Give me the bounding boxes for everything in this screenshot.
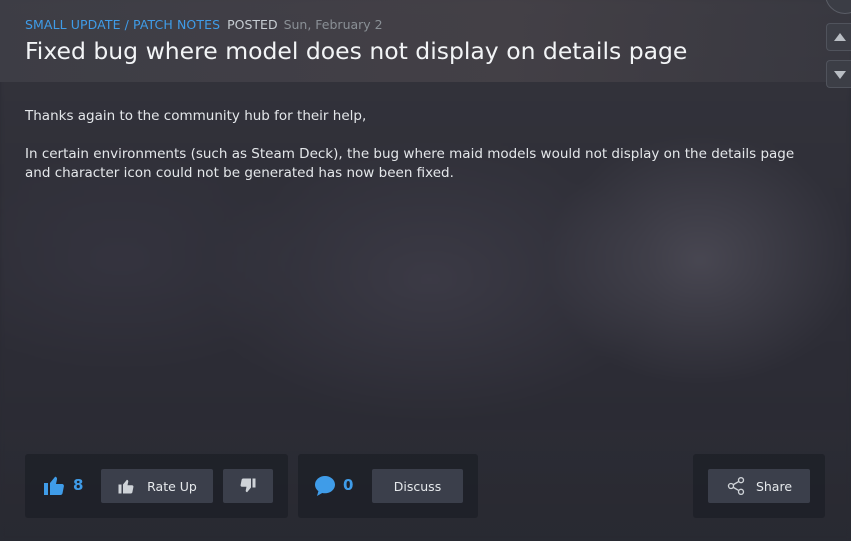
discuss-label: Discuss (393, 478, 442, 494)
share-button[interactable]: Share (708, 469, 810, 503)
share-icon (727, 477, 745, 495)
thumbs-up-icon (118, 479, 134, 494)
scroll-up-button[interactable] (826, 23, 851, 51)
post-meta: SMALL UPDATE / PATCH NOTES POSTED Sun, F… (25, 17, 383, 32)
post-paragraph: In certain environments (such as Steam D… (25, 146, 795, 181)
rate-up-button[interactable]: Rate Up (101, 469, 213, 503)
triangle-down-icon (834, 71, 846, 79)
comment-bubble-icon (315, 476, 335, 496)
rate-down-button[interactable] (223, 469, 273, 503)
post-paragraph: Thanks again to the community hub for th… (25, 108, 367, 124)
rating-panel: 8 Rate Up (25, 454, 288, 518)
discuss-button[interactable]: Discuss (372, 469, 463, 503)
post-body: Thanks again to the community hub for th… (25, 107, 815, 202)
share-label: Share (755, 478, 793, 494)
post-category[interactable]: SMALL UPDATE / PATCH NOTES (25, 17, 220, 32)
post-header: SMALL UPDATE / PATCH NOTES POSTED Sun, F… (0, 0, 851, 82)
share-panel: Share (693, 454, 825, 518)
triangle-up-icon (834, 33, 846, 41)
posted-label: POSTED (227, 17, 278, 32)
scroll-down-button[interactable] (826, 60, 851, 88)
rate-up-label: Rate Up (147, 478, 197, 494)
post-title: Fixed bug where model does not display o… (25, 37, 688, 65)
comment-count: 0 (343, 476, 354, 494)
post-date: Sun, February 2 (283, 17, 383, 32)
thumbs-up-icon (44, 476, 64, 495)
thumbs-down-icon (240, 478, 256, 493)
thumbs-up-count: 8 (73, 476, 84, 494)
discuss-panel: 0 Discuss (298, 454, 478, 518)
